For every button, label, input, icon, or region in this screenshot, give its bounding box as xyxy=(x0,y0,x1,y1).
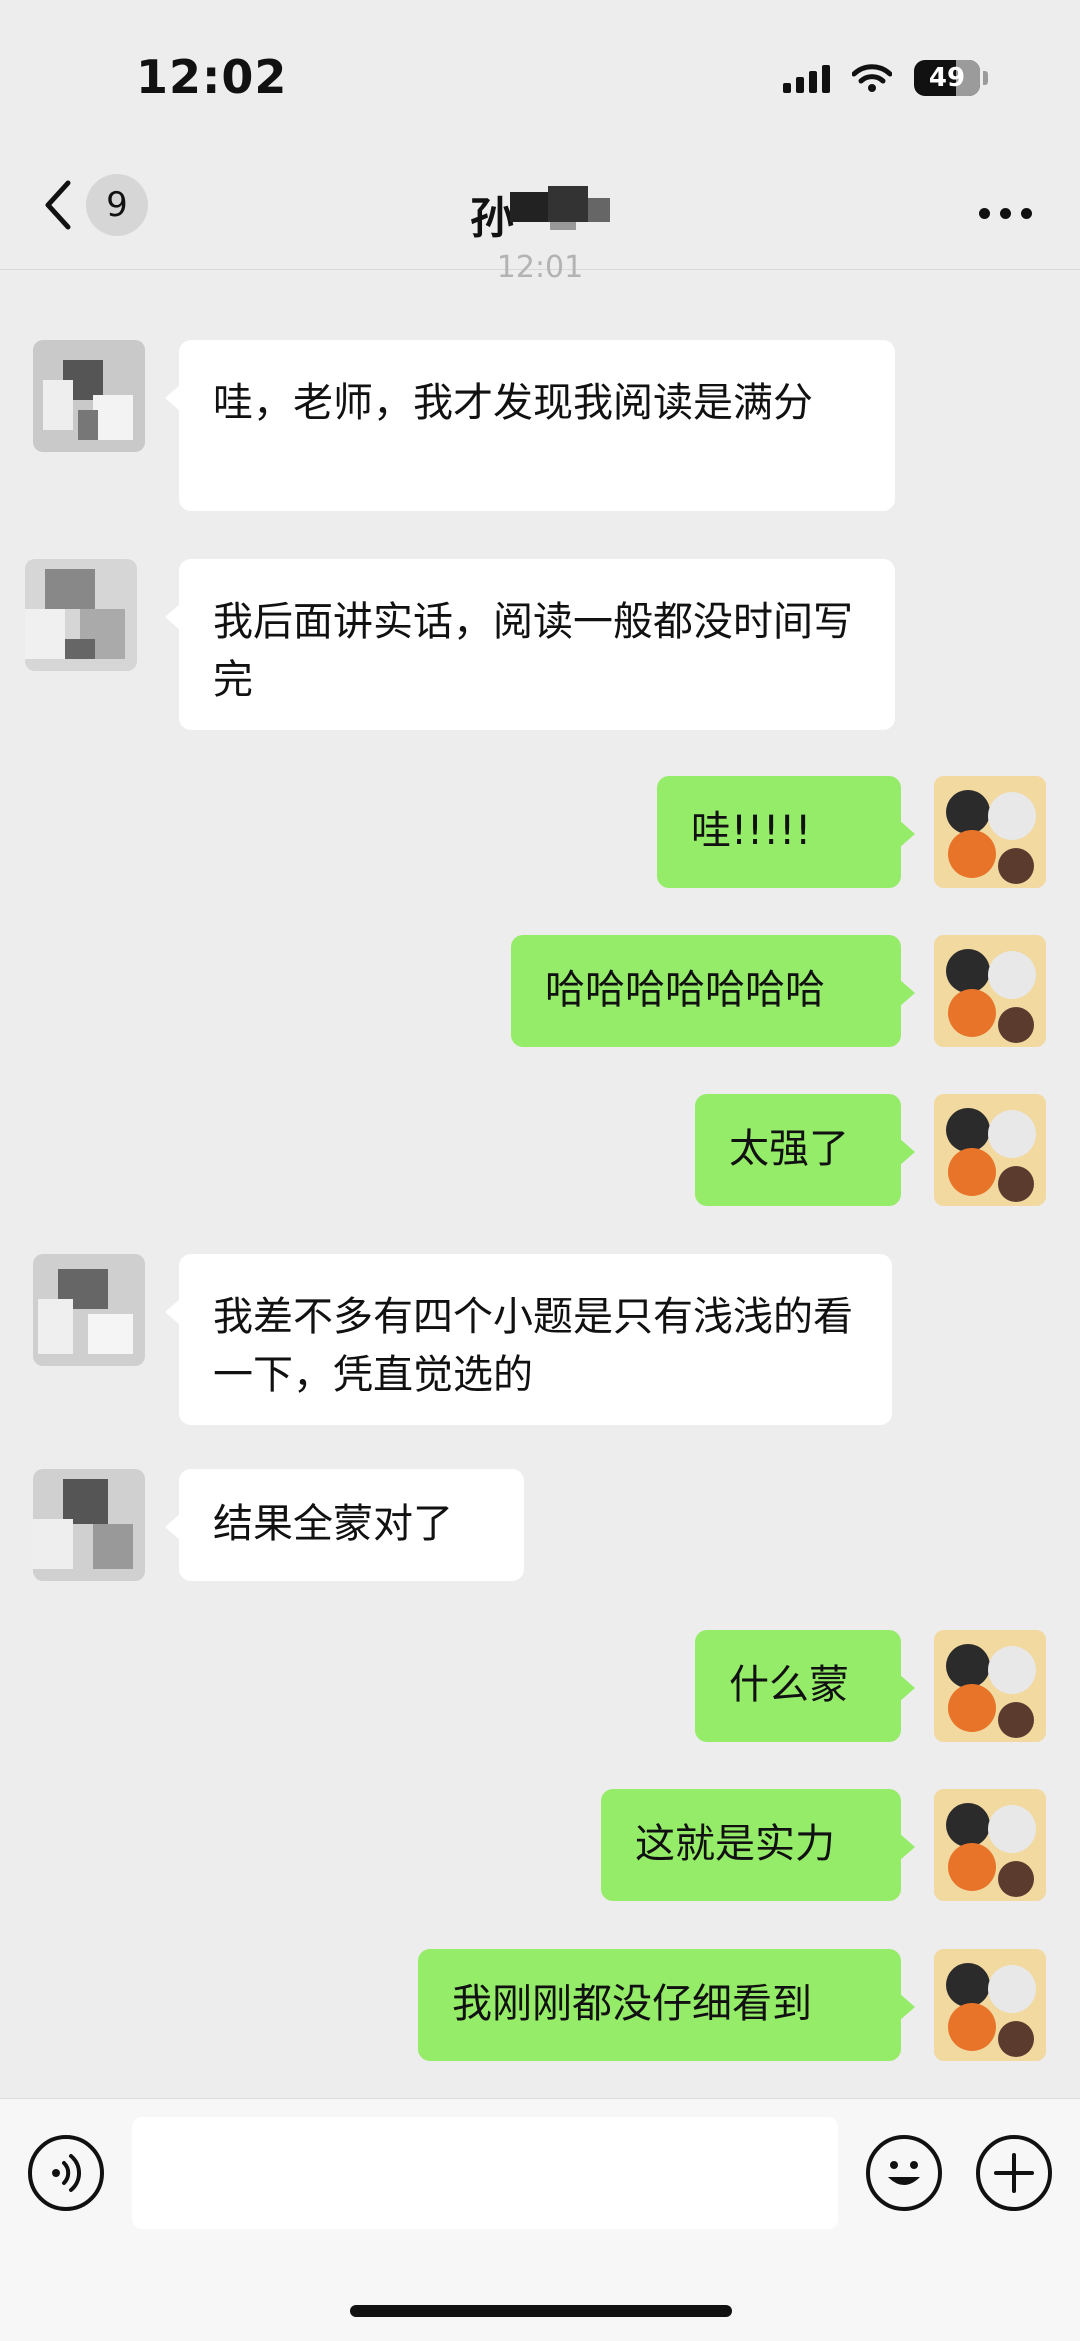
wifi-icon xyxy=(852,64,892,92)
contact-avatar-image xyxy=(33,340,145,452)
signal-icon xyxy=(783,63,830,93)
my-avatar-image xyxy=(934,1630,1046,1742)
voice-button[interactable] xyxy=(28,2135,104,2211)
message-input[interactable] xyxy=(132,2117,838,2229)
battery-icon: 49 xyxy=(914,60,980,96)
battery-tip xyxy=(983,71,988,85)
message-bubble-received[interactable]: 结果全蒙对了 xyxy=(165,1469,524,1581)
message-bubble-sent[interactable]: 这就是实力 xyxy=(601,1789,915,1901)
status-time: 12:02 xyxy=(136,50,288,104)
my-avatar[interactable] xyxy=(934,1094,1046,1206)
message-bubble-sent[interactable]: 什么蒙 xyxy=(695,1630,915,1742)
more-button[interactable] xyxy=(979,208,1032,219)
my-avatar[interactable] xyxy=(934,1789,1046,1901)
battery-level: 49 xyxy=(928,63,966,93)
more-dot xyxy=(1021,208,1032,219)
contact-avatar-image xyxy=(33,1254,145,1366)
contact-avatar[interactable] xyxy=(33,340,145,452)
message-bubble-sent[interactable]: 哇!!!!! xyxy=(657,776,915,888)
message-bubble-sent[interactable]: 哈哈哈哈哈哈哈 xyxy=(511,935,915,1047)
my-avatar-image xyxy=(934,1094,1046,1206)
plus-button[interactable] xyxy=(976,2135,1052,2211)
chat-screen: 12:02 49 9 孙 12:01 哇，老师，我才发现我阅读是满分 我后面讲实… xyxy=(0,0,1080,2341)
emoji-icon xyxy=(888,2161,920,2185)
my-avatar-image xyxy=(934,935,1046,1047)
my-avatar[interactable] xyxy=(934,776,1046,888)
contact-avatar[interactable] xyxy=(33,1469,145,1581)
status-icons: 49 xyxy=(783,60,988,96)
plus-icon xyxy=(994,2153,1034,2193)
home-indicator[interactable] xyxy=(350,2305,732,2317)
message-timestamp: 12:01 xyxy=(496,250,584,285)
message-bubble-sent[interactable]: 我刚刚都没仔细看到 xyxy=(418,1949,915,2061)
contact-avatar-image xyxy=(25,559,137,671)
message-bubble-sent[interactable]: 太强了 xyxy=(695,1094,915,1206)
more-dot xyxy=(979,208,990,219)
chat-title: 孙 xyxy=(470,193,514,244)
name-mosaic xyxy=(510,186,610,230)
my-avatar[interactable] xyxy=(934,1949,1046,2061)
status-bar: 12:02 49 xyxy=(0,0,1080,150)
my-avatar[interactable] xyxy=(934,935,1046,1047)
unread-count-badge: 9 xyxy=(86,174,148,236)
contact-avatar-image xyxy=(33,1469,145,1581)
chevron-left-icon xyxy=(45,180,71,230)
my-avatar-image xyxy=(934,1949,1046,2061)
message-bubble-received[interactable]: 我后面讲实话，阅读一般都没时间写完 xyxy=(165,559,895,730)
contact-avatar[interactable] xyxy=(33,1254,145,1366)
contact-avatar[interactable] xyxy=(25,559,137,671)
message-bubble-received[interactable]: 哇，老师，我才发现我阅读是满分 xyxy=(165,340,895,511)
voice-icon xyxy=(52,2154,82,2192)
message-bubble-received[interactable]: 我差不多有四个小题是只有浅浅的看一下，凭直觉选的 xyxy=(165,1254,892,1425)
my-avatar-image xyxy=(934,776,1046,888)
my-avatar[interactable] xyxy=(934,1630,1046,1742)
emoji-button[interactable] xyxy=(866,2135,942,2211)
back-button[interactable]: 9 xyxy=(40,174,148,236)
my-avatar-image xyxy=(934,1789,1046,1901)
more-dot xyxy=(1000,208,1011,219)
